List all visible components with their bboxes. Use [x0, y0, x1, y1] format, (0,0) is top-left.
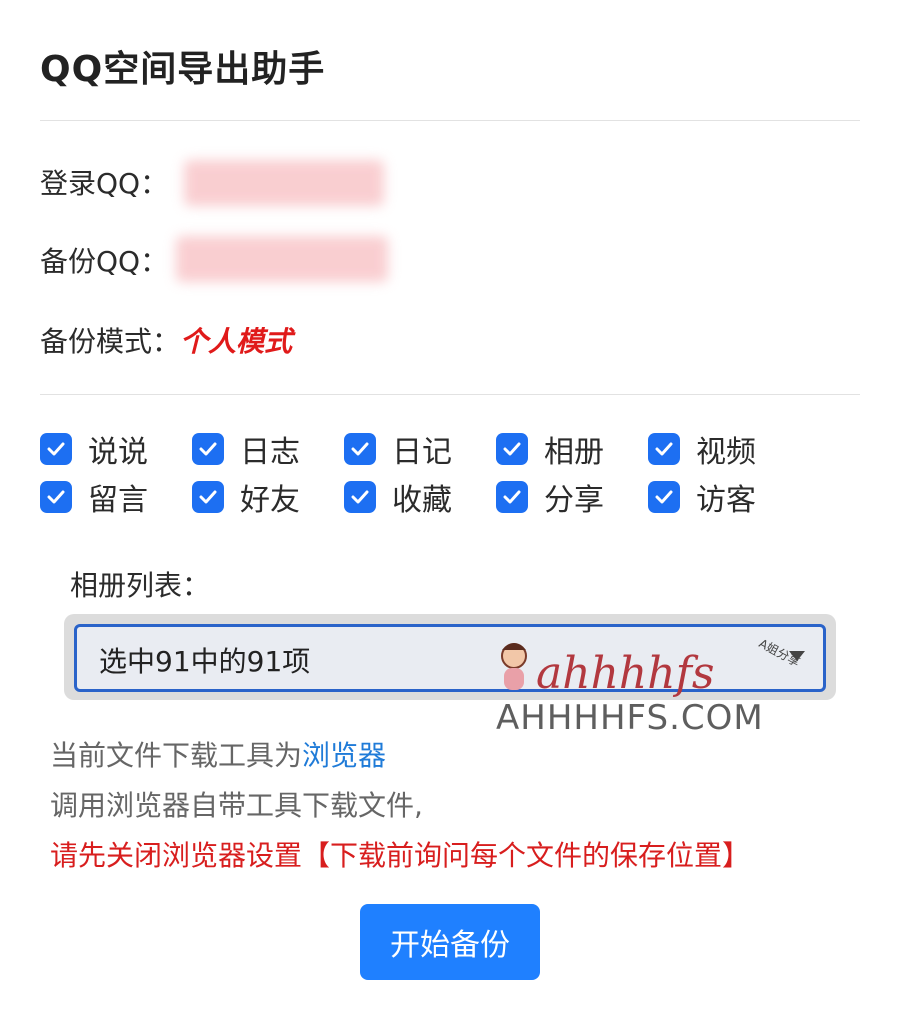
download-tool-prefix: 当前文件下载工具为: [50, 739, 303, 772]
option-label: 相册: [544, 435, 604, 470]
option-rizhi[interactable]: 日志: [192, 432, 344, 470]
download-tool-note: 调用浏览器自带工具下载文件,: [50, 789, 423, 822]
backup-options: 说说 日志 日记 相册 视频 留言 好友 收藏 分享 访客: [40, 432, 860, 518]
ahhhhfs-watermark-logo: ahhhhfs A姐分享: [501, 635, 802, 699]
option-label: 日记: [392, 435, 452, 470]
option-label: 视频: [696, 435, 756, 470]
start-backup-button[interactable]: 开始备份: [360, 904, 540, 980]
option-riji[interactable]: 日记: [344, 432, 496, 470]
divider: [40, 120, 860, 121]
option-fenxiang[interactable]: 分享: [496, 480, 648, 518]
album-list-label: 相册列表：: [70, 569, 211, 602]
page-title: QQ空间导出助手: [40, 49, 326, 90]
checkbox-checked-icon[interactable]: [496, 481, 528, 513]
option-xiangce[interactable]: 相册: [496, 432, 648, 470]
checkbox-checked-icon[interactable]: [192, 481, 224, 513]
watermark-logo-text: ahhhhfs: [536, 648, 714, 699]
option-label: 说说: [88, 435, 148, 470]
watermark-site-text: AHHHHFS.COM: [496, 698, 764, 738]
option-liuyan[interactable]: 留言: [40, 480, 192, 518]
backup-qq-value-redacted: [176, 236, 388, 282]
checkbox-checked-icon[interactable]: [192, 433, 224, 465]
backup-qq-label: 备份QQ：: [40, 245, 169, 278]
checkbox-checked-icon[interactable]: [344, 481, 376, 513]
option-label: 收藏: [392, 483, 452, 518]
login-qq-label: 登录QQ：: [40, 167, 169, 200]
album-select-value: 选中91中的91项: [99, 645, 311, 678]
checkbox-checked-icon[interactable]: [648, 481, 680, 513]
option-label: 访客: [696, 483, 756, 518]
backup-mode-label: 备份模式：: [40, 325, 181, 358]
option-label: 日志: [240, 435, 300, 470]
option-fangke[interactable]: 访客: [648, 480, 800, 518]
browser-link[interactable]: 浏览器: [302, 739, 386, 772]
checkbox-checked-icon[interactable]: [496, 433, 528, 465]
login-qq-value-redacted: [184, 160, 384, 206]
watermark-badge-text: A姐分享: [757, 635, 802, 669]
option-shipin[interactable]: 视频: [648, 432, 800, 470]
divider: [40, 394, 860, 395]
option-label: 好友: [240, 483, 300, 518]
checkbox-checked-icon[interactable]: [40, 481, 72, 513]
backup-mode-row: 备份模式：个人模式: [40, 320, 292, 360]
download-tool-info: 当前文件下载工具为浏览器: [50, 734, 386, 774]
option-shuoshuo[interactable]: 说说: [40, 432, 192, 470]
option-label: 分享: [544, 483, 604, 518]
checkbox-checked-icon[interactable]: [648, 433, 680, 465]
option-haoyou[interactable]: 好友: [192, 480, 344, 518]
browser-setting-warning: 请先关闭浏览器设置【下载前询问每个文件的保存位置】: [50, 839, 751, 872]
checkbox-checked-icon[interactable]: [344, 433, 376, 465]
option-shoucang[interactable]: 收藏: [344, 480, 496, 518]
option-label: 留言: [88, 483, 148, 518]
checkbox-checked-icon[interactable]: [40, 433, 72, 465]
backup-mode-value: 个人模式: [180, 325, 293, 358]
